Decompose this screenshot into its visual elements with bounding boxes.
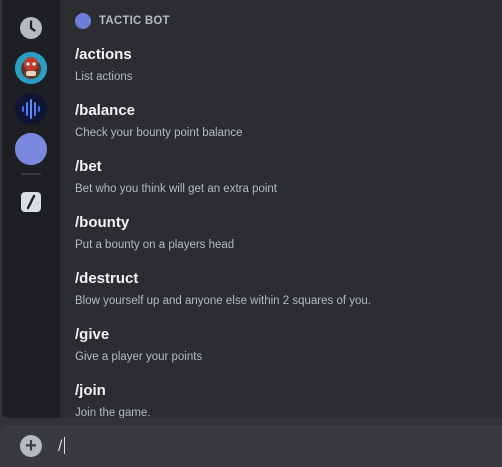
bot-name: TACTIC BOT (99, 15, 170, 27)
command-item-give[interactable]: /give Give a player your points (75, 326, 495, 364)
command-description: Join the game. (75, 407, 151, 418)
command-name: /give (75, 326, 110, 343)
soundwave-icon (15, 93, 47, 125)
command-description: Check your bounty point balance (75, 127, 243, 139)
attach-button[interactable]: + (20, 435, 42, 457)
builtin-commands-button[interactable] (15, 186, 47, 218)
command-name: /bounty (75, 214, 130, 231)
tactic-bot-button[interactable] (15, 133, 47, 165)
command-item-bet[interactable]: /bet Bet who you think will get an extra… (75, 158, 495, 196)
command-item-bounty[interactable]: /bounty Put a bounty on a players head (75, 214, 495, 252)
command-description: Put a bounty on a players head (75, 239, 235, 251)
command-description: Give a player your points (75, 351, 203, 363)
command-description: Blow yourself up and anyone else within … (75, 295, 371, 307)
soundwave-bot-button[interactable] (15, 93, 47, 125)
command-name: /join (75, 382, 106, 399)
text-caret (64, 437, 66, 454)
bot-avatar-button[interactable] (15, 52, 47, 84)
command-source-rail (2, 0, 60, 418)
plus-icon: + (25, 435, 37, 457)
command-description: Bet who you think will get an extra poin… (75, 183, 278, 195)
bot-section-header: TACTIC BOT (75, 12, 170, 30)
message-input-text: / (58, 438, 63, 455)
command-item-join[interactable]: /join Join the game. (75, 382, 495, 418)
recent-commands-button[interactable] (15, 12, 47, 44)
clock-icon (20, 17, 42, 39)
app-window: TACTIC BOT /actions List actions /balanc… (0, 0, 502, 467)
bot-icon (75, 13, 91, 29)
command-description: List actions (75, 71, 133, 83)
command-name: /actions (75, 46, 132, 63)
message-input[interactable]: / (58, 435, 478, 459)
tactic-bot-avatar (15, 133, 47, 165)
command-autocomplete-popup: TACTIC BOT /actions List actions /balanc… (2, 0, 502, 418)
slash-command-icon (21, 192, 41, 212)
rail-divider (21, 173, 41, 175)
command-name: /balance (75, 102, 136, 119)
command-name: /destruct (75, 270, 139, 287)
message-input-bar: + / (0, 425, 502, 467)
bot-avatar (15, 52, 47, 84)
command-item-actions[interactable]: /actions List actions (75, 46, 495, 84)
command-item-balance[interactable]: /balance Check your bounty point balance (75, 102, 495, 140)
command-list: TACTIC BOT /actions List actions /balanc… (60, 0, 502, 418)
command-name: /bet (75, 158, 102, 175)
command-item-destruct[interactable]: /destruct Blow yourself up and anyone el… (75, 270, 495, 308)
